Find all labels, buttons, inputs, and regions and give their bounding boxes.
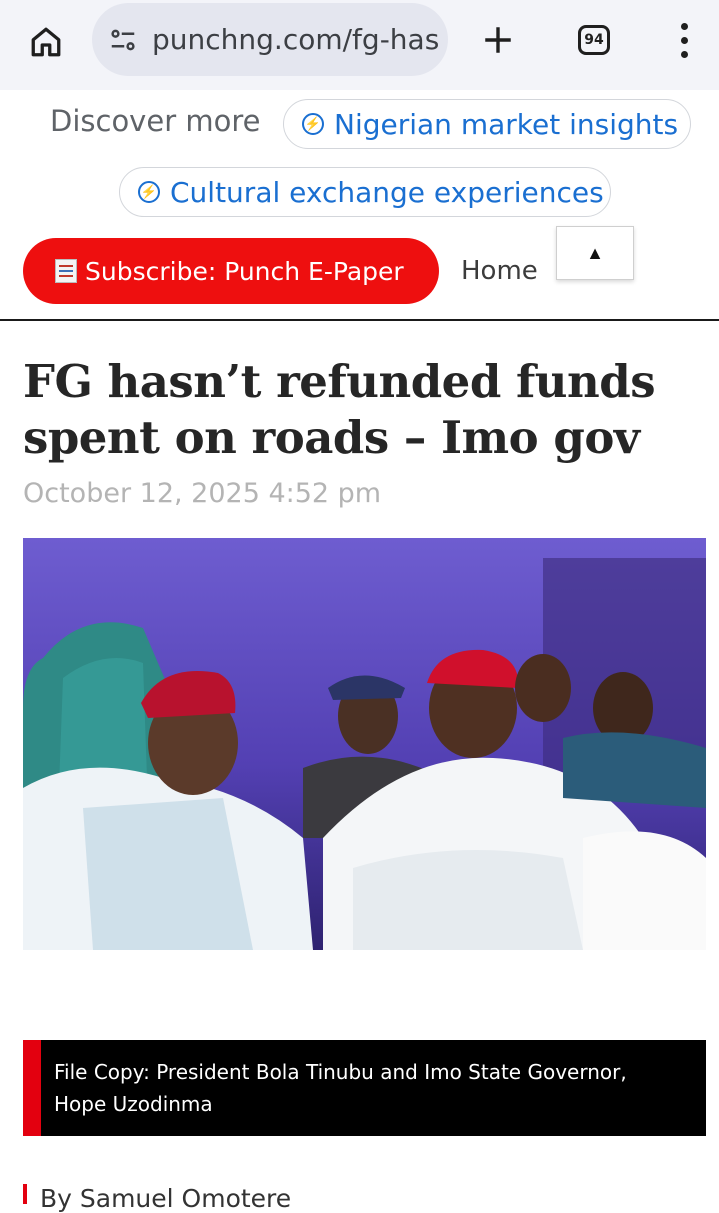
home-button[interactable] <box>22 18 70 66</box>
more-vert-icon[interactable] <box>664 14 704 66</box>
arrow-up-icon: ▲ <box>586 242 604 263</box>
new-tab-button[interactable] <box>474 16 522 64</box>
url-text[interactable]: punchng.com/fg-has <box>152 23 439 56</box>
caption-text: File Copy: President Bola Tinubu and Imo… <box>54 1060 627 1116</box>
chip-label: Cultural exchange experiences <box>170 175 604 209</box>
scroll-to-top-button[interactable]: ▲ <box>556 226 634 280</box>
bolt-icon: ⚡ <box>302 113 324 135</box>
caption-accent-bar <box>23 1040 41 1136</box>
photo-caption: File Copy: President Bola Tinubu and Imo… <box>23 1040 706 1136</box>
article-date: October 12, 2025 4:52 pm <box>23 478 382 509</box>
article-photo <box>23 538 706 950</box>
byline-accent-bar <box>23 1184 27 1204</box>
nav-home-link[interactable]: Home <box>461 256 538 286</box>
article-byline: By Samuel Omotere <box>40 1184 292 1213</box>
discover-chip-cultural-exchange[interactable]: ⚡ Cultural exchange experiences <box>119 167 611 217</box>
subscribe-epaper-button[interactable]: Subscribe: Punch E-Paper <box>23 238 439 304</box>
home-icon <box>31 27 61 57</box>
discover-more-label: Discover more <box>50 104 261 138</box>
tune-icon[interactable] <box>106 23 140 57</box>
address-bar[interactable]: punchng.com/fg-has <box>92 3 448 76</box>
nav-divider <box>0 319 719 321</box>
chip-label: Nigerian market insights <box>334 107 679 141</box>
article-headline: FG hasn’t refunded funds spent on roads … <box>23 355 656 464</box>
discover-chip-market-insights[interactable]: ⚡ Nigerian market insights <box>283 99 691 149</box>
browser-toolbar: punchng.com/fg-has 94 <box>0 0 719 90</box>
newspaper-icon <box>55 259 77 283</box>
subscribe-label: Subscribe: Punch E-Paper <box>85 256 404 286</box>
bolt-icon: ⚡ <box>138 181 160 203</box>
tab-switcher-button[interactable]: 94 <box>572 18 616 62</box>
plus-icon <box>485 27 511 53</box>
tab-count: 94 <box>578 25 610 55</box>
